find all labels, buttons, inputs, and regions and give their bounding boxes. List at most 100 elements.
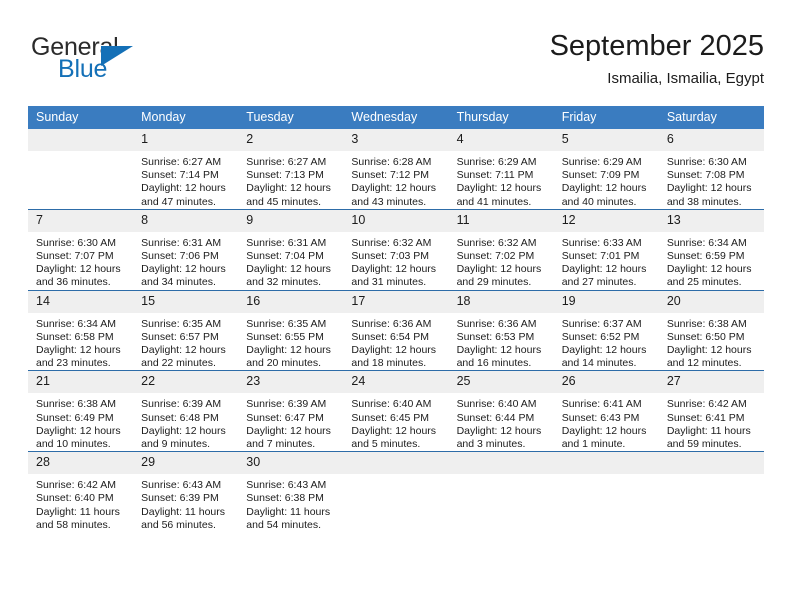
day-cell[interactable]: 19 Sunrise: 6:37 AM Sunset: 6:52 PM Dayl… — [553, 289, 659, 371]
day-cell[interactable]: 16 Sunrise: 6:35 AM Sunset: 6:55 PM Dayl… — [238, 289, 344, 371]
day-cell[interactable]: 27 Sunrise: 6:42 AM Sunset: 6:41 PM Dayl… — [658, 370, 764, 452]
day-cell[interactable] — [28, 129, 134, 210]
day-cell[interactable]: 4 Sunrise: 6:29 AM Sunset: 7:11 PM Dayli… — [448, 129, 554, 210]
day-cell[interactable]: 23 Sunrise: 6:39 AM Sunset: 6:47 PM Dayl… — [238, 370, 344, 452]
calendar-table: Sunday Monday Tuesday Wednesday Thursday… — [28, 106, 764, 533]
sunrise-text: Sunrise: 6:31 AM — [246, 236, 327, 249]
sunset-text: Sunset: 6:59 PM — [666, 250, 745, 263]
sunrise-text: Sunrise: 6:37 AM — [561, 317, 642, 330]
daylight-text-line2: and 43 minutes. — [351, 195, 427, 208]
daylight-text-line2: and 27 minutes. — [561, 276, 637, 289]
sunset-text: Sunset: 6:50 PM — [666, 330, 745, 343]
daylight-text-line2: and 40 minutes. — [561, 195, 637, 208]
day-details: Sunrise: 6:30 AM Sunset: 7:07 PM Dayligh… — [28, 232, 133, 290]
daylight-text-line2: and 16 minutes. — [456, 357, 532, 370]
day-details: Sunrise: 6:34 AM Sunset: 6:58 PM Dayligh… — [28, 313, 133, 371]
day-cell[interactable]: 15 Sunrise: 6:35 AM Sunset: 6:57 PM Dayl… — [133, 289, 239, 371]
daylight-text-line1: Daylight: 12 hours — [246, 263, 331, 276]
day-number: 21 — [28, 371, 134, 394]
daylight-text-line1: Daylight: 12 hours — [561, 263, 647, 276]
day-cell[interactable] — [448, 451, 554, 533]
daylight-text-line1: Daylight: 12 hours — [141, 263, 226, 276]
day-cell[interactable]: 17 Sunrise: 6:36 AM Sunset: 6:54 PM Dayl… — [343, 289, 449, 371]
daylight-text-line2: and 36 minutes. — [36, 276, 111, 289]
day-cell[interactable]: 26 Sunrise: 6:41 AM Sunset: 6:43 PM Dayl… — [553, 370, 659, 452]
sunset-text: Sunset: 6:58 PM — [36, 330, 114, 343]
day-cell[interactable]: 29 Sunrise: 6:43 AM Sunset: 6:39 PM Dayl… — [133, 451, 239, 533]
sunrise-text: Sunrise: 6:29 AM — [456, 156, 537, 168]
daylight-text-line1: Daylight: 12 hours — [456, 182, 542, 195]
daylight-text-line1: Daylight: 12 hours — [456, 424, 542, 437]
day-number: 6 — [658, 129, 764, 151]
day-cell[interactable] — [343, 451, 449, 533]
day-cell[interactable]: 20 Sunrise: 6:38 AM Sunset: 6:50 PM Dayl… — [658, 289, 764, 371]
day-cell[interactable] — [553, 451, 659, 533]
sunset-text: Sunset: 7:03 PM — [351, 250, 430, 263]
calendar-week-row: 21 Sunrise: 6:38 AM Sunset: 6:49 PM Dayl… — [28, 370, 764, 452]
day-details: Sunrise: 6:27 AM Sunset: 7:14 PM Dayligh… — [133, 151, 238, 209]
day-number: 29 — [133, 452, 239, 475]
day-cell[interactable]: 30 Sunrise: 6:43 AM Sunset: 6:38 PM Dayl… — [238, 451, 344, 533]
day-cell[interactable]: 13 Sunrise: 6:34 AM Sunset: 6:59 PM Dayl… — [658, 208, 764, 291]
daylight-text-line1: Daylight: 12 hours — [36, 424, 121, 437]
daylight-text-line2: and 59 minutes. — [666, 438, 742, 451]
day-cell[interactable]: 3 Sunrise: 6:28 AM Sunset: 7:12 PM Dayli… — [343, 129, 449, 210]
day-cell[interactable]: 12 Sunrise: 6:33 AM Sunset: 7:01 PM Dayl… — [553, 208, 659, 291]
day-cell[interactable]: 22 Sunrise: 6:39 AM Sunset: 6:48 PM Dayl… — [133, 370, 239, 452]
day-cell[interactable]: 25 Sunrise: 6:40 AM Sunset: 6:44 PM Dayl… — [448, 370, 554, 452]
day-details: Sunrise: 6:42 AM Sunset: 6:40 PM Dayligh… — [28, 474, 133, 532]
day-cell[interactable]: 1 Sunrise: 6:27 AM Sunset: 7:14 PM Dayli… — [133, 129, 239, 210]
daylight-text-line1: Daylight: 12 hours — [666, 344, 752, 357]
day-cell[interactable]: 14 Sunrise: 6:34 AM Sunset: 6:58 PM Dayl… — [28, 289, 134, 371]
sunset-text: Sunset: 6:39 PM — [141, 492, 219, 505]
daylight-text-line1: Daylight: 11 hours — [36, 505, 120, 518]
daylight-text-line2: and 3 minutes. — [456, 438, 526, 451]
day-details: Sunrise: 6:36 AM Sunset: 6:53 PM Dayligh… — [449, 313, 554, 371]
day-details: Sunrise: 6:30 AM Sunset: 7:08 PM Dayligh… — [659, 151, 764, 209]
daylight-text-line2: and 29 minutes. — [456, 276, 532, 289]
sunset-text: Sunset: 7:01 PM — [561, 250, 640, 263]
daylight-text-line1: Daylight: 12 hours — [666, 182, 752, 195]
location-subtitle: Ismailia, Ismailia, Egypt — [607, 70, 764, 87]
day-cell[interactable]: 18 Sunrise: 6:36 AM Sunset: 6:53 PM Dayl… — [448, 289, 554, 371]
daylight-text-line1: Daylight: 12 hours — [246, 344, 331, 357]
day-number: 27 — [658, 371, 764, 394]
day-details: Sunrise: 6:39 AM Sunset: 6:47 PM Dayligh… — [238, 393, 343, 451]
sunrise-text: Sunrise: 6:32 AM — [456, 236, 537, 249]
day-cell[interactable]: 10 Sunrise: 6:32 AM Sunset: 7:03 PM Dayl… — [343, 208, 449, 291]
day-cell[interactable]: 24 Sunrise: 6:40 AM Sunset: 6:45 PM Dayl… — [343, 370, 449, 452]
day-cell[interactable]: 28 Sunrise: 6:42 AM Sunset: 6:40 PM Dayl… — [28, 451, 134, 533]
daylight-text-line1: Daylight: 12 hours — [141, 424, 226, 437]
calendar-week-row: 7 Sunrise: 6:30 AM Sunset: 7:07 PM Dayli… — [28, 208, 764, 291]
day-cell[interactable]: 5 Sunrise: 6:29 AM Sunset: 7:09 PM Dayli… — [553, 129, 659, 210]
sunset-text: Sunset: 7:11 PM — [456, 169, 534, 182]
day-cell[interactable]: 11 Sunrise: 6:32 AM Sunset: 7:02 PM Dayl… — [448, 208, 554, 291]
sunset-text: Sunset: 6:55 PM — [246, 330, 324, 343]
day-cell[interactable]: 21 Sunrise: 6:38 AM Sunset: 6:49 PM Dayl… — [28, 370, 134, 452]
day-details: Sunrise: 6:43 AM Sunset: 6:39 PM Dayligh… — [133, 474, 238, 532]
day-cell[interactable]: 6 Sunrise: 6:30 AM Sunset: 7:08 PM Dayli… — [658, 129, 764, 210]
day-cell[interactable]: 7 Sunrise: 6:30 AM Sunset: 7:07 PM Dayli… — [28, 208, 134, 291]
sunset-text: Sunset: 6:41 PM — [666, 411, 745, 424]
day-cell[interactable]: 8 Sunrise: 6:31 AM Sunset: 7:06 PM Dayli… — [133, 208, 239, 291]
day-number — [343, 452, 449, 475]
calendar-week-row: 28 Sunrise: 6:42 AM Sunset: 6:40 PM Dayl… — [28, 451, 764, 533]
page-header: General Blue September 2025 Ismailia, Is… — [28, 28, 764, 100]
sunset-text: Sunset: 6:49 PM — [36, 411, 114, 424]
day-cell[interactable]: 2 Sunrise: 6:27 AM Sunset: 7:13 PM Dayli… — [238, 129, 344, 210]
day-details: Sunrise: 6:38 AM Sunset: 6:49 PM Dayligh… — [28, 393, 133, 451]
weekday-header-thursday: Thursday — [448, 106, 554, 129]
sunrise-text: Sunrise: 6:30 AM — [36, 236, 116, 249]
day-number — [658, 452, 764, 475]
day-cell[interactable]: 9 Sunrise: 6:31 AM Sunset: 7:04 PM Dayli… — [238, 208, 344, 291]
sunset-text: Sunset: 6:48 PM — [141, 411, 219, 424]
day-cell[interactable] — [658, 451, 764, 533]
sunset-text: Sunset: 7:09 PM — [561, 169, 640, 182]
day-details: Sunrise: 6:42 AM Sunset: 6:41 PM Dayligh… — [659, 393, 764, 451]
sunrise-text: Sunrise: 6:35 AM — [141, 317, 222, 330]
daylight-text-line2: and 5 minutes. — [351, 438, 421, 451]
general-blue-logo[interactable]: General Blue — [31, 33, 201, 89]
weekday-header-monday: Monday — [133, 106, 239, 129]
daylight-text-line2: and 1 minute. — [561, 438, 626, 451]
weekday-header-wednesday: Wednesday — [343, 106, 449, 129]
